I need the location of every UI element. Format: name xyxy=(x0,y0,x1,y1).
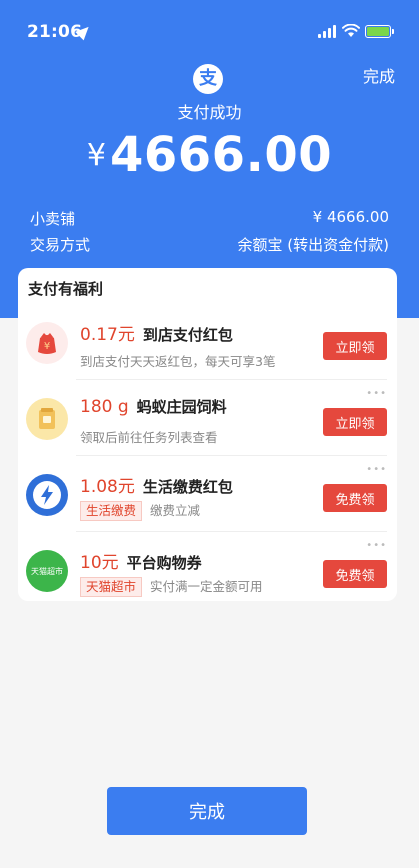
claim-free-button[interactable]: 免费领 xyxy=(323,560,387,588)
cellular-signal-icon xyxy=(318,25,338,38)
benefit-highlight: 0.17元 xyxy=(80,325,135,345)
benefit-title: 0.17元 到店支付红包 xyxy=(80,320,233,345)
pay-method-value: 余额宝 (转出资金付款) xyxy=(237,236,389,254)
benefit-title: 10元 平台购物券 xyxy=(80,548,202,573)
claim-button[interactable]: 立即领 xyxy=(323,408,387,436)
benefit-item-ant-farm-feed: ••• 180 g 蚂蚁庄园饲料 领取后前往任务列表查看 立即领 xyxy=(18,380,397,456)
amount-value: 4666.00 xyxy=(109,127,333,183)
done-button-top[interactable]: 完成 xyxy=(363,63,395,87)
benefits-card: 支付有福利 ¥ 0.17元 到店支付红包 到店支付天天返红包，每天可享3笔 立即领… xyxy=(18,268,397,601)
benefits-title: 支付有福利 xyxy=(28,280,104,298)
payment-success-page: 21:06 完成 支 支付成功 ¥4666.00 小卖铺 ¥ 4666.00 交… xyxy=(0,0,419,868)
payment-success-text: 支付成功 xyxy=(177,103,242,122)
payment-amount: ¥4666.00 xyxy=(0,127,419,183)
tmall-supermarket-icon: 天猫超市 xyxy=(26,550,68,592)
benefit-name: 平台购物券 xyxy=(126,554,202,572)
more-dots-icon[interactable]: ••• xyxy=(366,540,387,551)
benefit-title: 180 g 蚂蚁庄园饲料 xyxy=(80,396,227,417)
battery-cap xyxy=(392,29,394,34)
wifi-icon xyxy=(342,24,360,37)
merchant-name: 小卖铺 xyxy=(30,210,76,228)
benefit-name: 蚂蚁庄园饲料 xyxy=(136,398,227,416)
feed-bag-icon xyxy=(26,398,68,440)
benefit-tag: 生活缴费 xyxy=(80,501,143,521)
tmall-icon-text: 天猫超市 xyxy=(31,566,63,576)
merchant-amount: ¥ 4666.00 xyxy=(312,208,389,226)
benefit-subtitle: 实付满一定金额可用 xyxy=(150,579,263,594)
red-envelope-glyph: ¥ xyxy=(44,341,50,352)
alipay-logo-icon: 支 xyxy=(193,64,223,94)
battery-icon xyxy=(365,25,391,38)
currency-symbol: ¥ xyxy=(86,137,106,173)
benefit-item-store-red-packet: ¥ 0.17元 到店支付红包 到店支付天天返红包，每天可享3笔 立即领 xyxy=(18,304,397,380)
more-dots-icon[interactable]: ••• xyxy=(366,464,387,475)
benefit-subtitle: 到店支付天天返红包，每天可享3笔 xyxy=(80,354,276,369)
red-envelope-icon: ¥ xyxy=(26,322,68,364)
alipay-logo-char: 支 xyxy=(199,68,217,89)
merchant-row: 小卖铺 ¥ 4666.00 xyxy=(30,208,389,229)
claim-button[interactable]: 立即领 xyxy=(323,332,387,360)
lightning-bolt-icon xyxy=(26,474,68,516)
status-bar: 21:06 xyxy=(0,0,419,54)
benefit-item-shopping-coupon: ••• 天猫超市 10元 平台购物券 天猫超市 实付满一定金额可用 免费领 xyxy=(18,532,397,601)
benefit-item-utility-red-packet: ••• 1.08元 生活缴费红包 生活缴费 缴费立减 免费领 xyxy=(18,456,397,532)
claim-free-button[interactable]: 免费领 xyxy=(323,484,387,512)
status-time: 21:06 xyxy=(27,22,83,42)
benefit-title: 1.08元 生活缴费红包 xyxy=(80,472,233,497)
benefit-subtitle: 缴费立减 xyxy=(150,503,201,518)
benefit-name: 到店支付红包 xyxy=(142,326,233,344)
done-button[interactable]: 完成 xyxy=(107,787,307,835)
benefit-subtitle-row: 生活缴费 缴费立减 xyxy=(80,500,200,521)
pay-method-row: 交易方式 余额宝 (转出资金付款) xyxy=(30,234,389,255)
benefit-subtitle: 领取后前往任务列表查看 xyxy=(80,430,218,445)
benefit-highlight: 10元 xyxy=(80,553,119,573)
benefit-subtitle-row: 天猫超市 实付满一定金额可用 xyxy=(80,576,263,597)
more-dots-icon[interactable]: ••• xyxy=(366,388,387,399)
benefit-highlight: 180 g xyxy=(80,397,129,417)
benefit-highlight: 1.08元 xyxy=(80,477,135,497)
benefit-tag: 天猫超市 xyxy=(80,577,143,597)
benefit-name: 生活缴费红包 xyxy=(142,478,233,496)
pay-method-label: 交易方式 xyxy=(30,236,91,254)
